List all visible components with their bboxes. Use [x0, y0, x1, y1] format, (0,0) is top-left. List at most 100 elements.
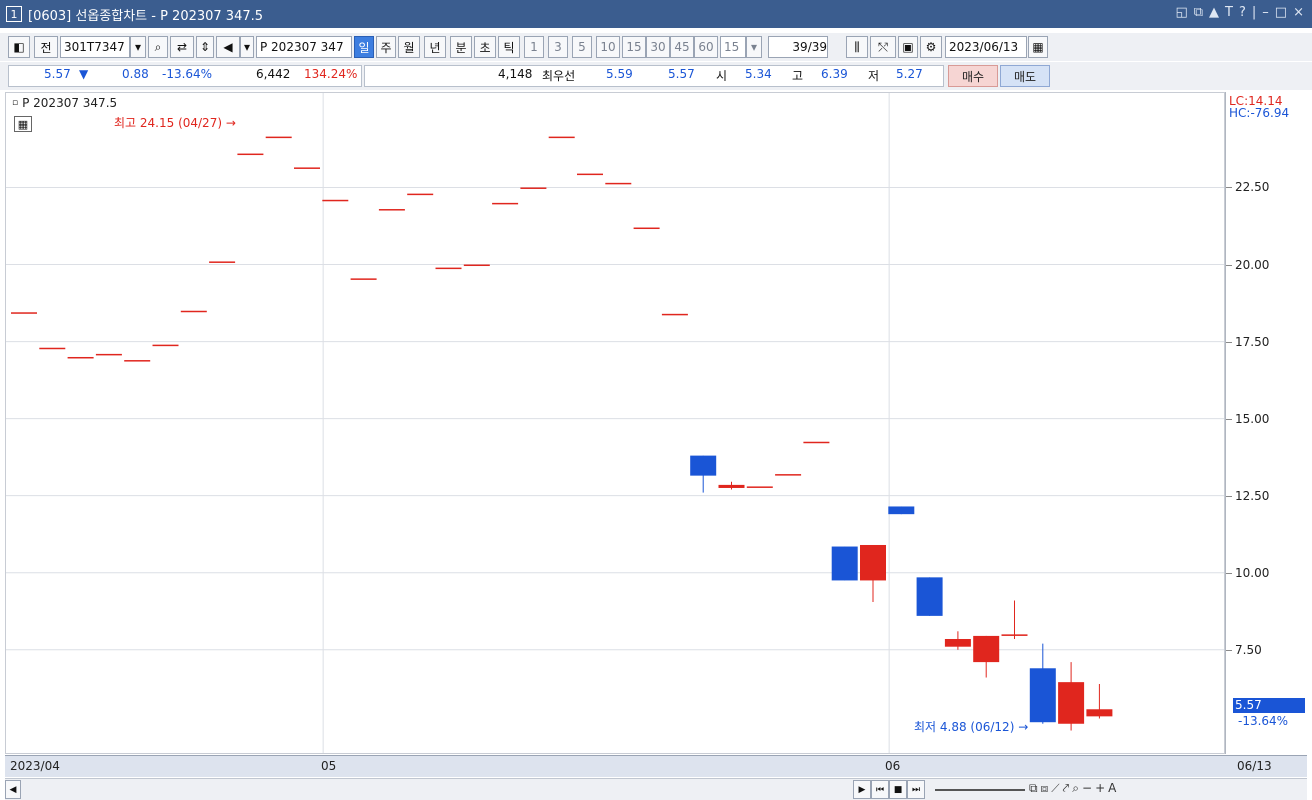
count-field[interactable]: 39/39	[768, 36, 828, 58]
candle-body	[435, 267, 462, 270]
high-label: 고	[792, 69, 804, 83]
play-icon[interactable]: ▶	[853, 780, 871, 799]
layout-icon[interactable]: ◱	[1175, 5, 1187, 20]
quote-volume-pct: 134.24%	[304, 67, 358, 81]
period-minute-button[interactable]: 분	[450, 36, 472, 58]
copy-icon[interactable]: ⧈	[1041, 781, 1052, 795]
window-titlebar: 1 [0603] 선옵종합차트 - P 202307 347.5 ◱ ⧉ ▲ T…	[0, 0, 1312, 28]
line-icon[interactable]: ⟋	[1051, 781, 1062, 795]
candle-body	[152, 344, 179, 347]
pin-icon[interactable]: ▲	[1209, 5, 1219, 20]
scroll-left-icon[interactable]: ◀	[5, 780, 21, 799]
minus-icon[interactable]: −	[1082, 781, 1095, 795]
interval-input[interactable]: 15	[720, 36, 746, 58]
sell-button[interactable]: 매도	[1000, 65, 1050, 87]
separator-icon: |	[1251, 5, 1257, 20]
interval-3-button[interactable]: 3	[548, 36, 568, 58]
panel-toggle-icon[interactable]: ◧	[8, 36, 30, 58]
low-value: 5.27	[896, 67, 923, 81]
zoom-icon[interactable]: ⌕	[1072, 781, 1082, 795]
maximize-icon[interactable]: □	[1275, 5, 1287, 20]
prev-button[interactable]: 전	[34, 36, 58, 58]
code-dropdown-icon[interactable]: ▾	[130, 36, 146, 58]
indicator-icon[interactable]: ⤲	[870, 36, 896, 58]
period-week-button[interactable]: 주	[376, 36, 396, 58]
candle-body	[605, 182, 632, 185]
price-axis[interactable]: LC:14.14 HC:-76.94 5.57 -13.64% 22.50 20.…	[1225, 92, 1307, 754]
data-table-icon[interactable]: ▦	[14, 116, 32, 132]
period-tick-button[interactable]: 틱	[498, 36, 520, 58]
date-axis[interactable]: 2023/04 05 06 06/13	[5, 755, 1307, 777]
interval-15-button[interactable]: 15	[622, 36, 646, 58]
legend-series-name: P 202307 347.5	[22, 96, 118, 110]
y-tick-label: 10.00	[1235, 565, 1270, 580]
gear-icon[interactable]: ⚙	[920, 36, 942, 58]
period-year-button[interactable]: 년	[424, 36, 446, 58]
save-icon[interactable]: ▣	[898, 36, 918, 58]
window-title: [0603] 선옵종합차트 - P 202307 347.5	[28, 8, 264, 24]
sound-icon[interactable]: ◀	[216, 36, 240, 58]
last-change-label: -13.64%	[1238, 714, 1289, 728]
search-icon[interactable]: ⌕	[148, 36, 168, 58]
interval-30-button[interactable]: 30	[646, 36, 670, 58]
candle-body	[520, 187, 547, 189]
quote-bid-qty: 4,148	[498, 67, 533, 81]
chart-area[interactable]	[5, 92, 1225, 754]
candle-body	[265, 136, 292, 139]
trend-icon[interactable]: ⤤	[1063, 781, 1073, 795]
x-label-end: 06/13	[1237, 759, 1272, 773]
layout-icon[interactable]: ⧉	[1029, 781, 1041, 795]
y-tick-label: 20.00	[1235, 257, 1270, 272]
interval-1-button[interactable]: 1	[524, 36, 544, 58]
interval-60-button[interactable]: 60	[694, 36, 718, 58]
rewind-icon[interactable]: ⏮	[871, 780, 889, 799]
best-bid: 5.57	[668, 67, 695, 81]
chart-scrollbar[interactable]: ◀ ▶ ⏮ ■ ⏭ ⧉⧈⟋⤤⌕−+A	[5, 778, 1307, 800]
period-month-button[interactable]: 월	[398, 36, 420, 58]
high-annotation: 최고 24.15 (04/27) →	[114, 114, 236, 131]
candle-body	[690, 455, 717, 476]
legend-toggle-icon[interactable]: ▫	[12, 98, 18, 108]
candle-body	[1001, 634, 1028, 636]
zoom-slider[interactable]	[935, 789, 1025, 791]
chart-legend: ▫ P 202307 347.5	[12, 96, 118, 110]
interval-45-button[interactable]: 45	[670, 36, 694, 58]
interval-10-button[interactable]: 10	[596, 36, 620, 58]
auto-scale-icon[interactable]: A	[1108, 781, 1119, 795]
count-total: /39	[807, 40, 827, 54]
candle-type-icon[interactable]: ⫼	[846, 36, 868, 58]
code-input[interactable]: 301T7347	[60, 36, 130, 58]
y-tick	[1226, 572, 1232, 574]
buy-button[interactable]: 매수	[948, 65, 998, 87]
close-icon[interactable]: ×	[1293, 5, 1304, 20]
interval-5-button[interactable]: 5	[572, 36, 592, 58]
minimize-icon[interactable]: –	[1262, 5, 1269, 20]
candle-body	[294, 167, 320, 169]
y-tick	[1226, 418, 1232, 420]
open-label: 시	[716, 69, 728, 83]
period-day-button[interactable]: 일	[354, 36, 374, 58]
date-input[interactable]: 2023/06/13	[945, 36, 1027, 58]
candle-body	[860, 544, 886, 581]
calendar-icon[interactable]: ▦	[1028, 36, 1048, 58]
candle-body	[661, 313, 688, 316]
window-number-badge[interactable]: 1	[6, 6, 22, 22]
plus-icon[interactable]: +	[1095, 781, 1108, 795]
window-copy-icon[interactable]: ⧉	[1194, 5, 1203, 20]
y-tick	[1226, 495, 1232, 497]
fast-forward-icon[interactable]: ⏭	[907, 780, 925, 799]
count-value: 39	[792, 40, 808, 54]
link-code-icon[interactable]: ⇄	[170, 36, 194, 58]
stop-icon[interactable]: ■	[889, 780, 907, 799]
title-icons: ◱ ⧉ ▲ T ? | – □ ×	[1175, 5, 1304, 20]
spinner-icon[interactable]: ⇕	[196, 36, 214, 58]
help-icon[interactable]: ?	[1239, 5, 1246, 20]
interval-dropdown-icon[interactable]: ▾	[746, 36, 762, 58]
font-icon[interactable]: T	[1225, 5, 1233, 20]
low-annotation-text: 최저 4.88 (06/12)	[914, 720, 1015, 734]
candle-body	[1029, 668, 1056, 723]
symbol-input[interactable]: P 202307 347	[256, 36, 352, 58]
drawing-tools[interactable]: ⧉⧈⟋⤤⌕−+A	[1029, 781, 1119, 796]
period-second-button[interactable]: 초	[474, 36, 496, 58]
sound-dropdown-icon[interactable]: ▾	[240, 36, 254, 58]
